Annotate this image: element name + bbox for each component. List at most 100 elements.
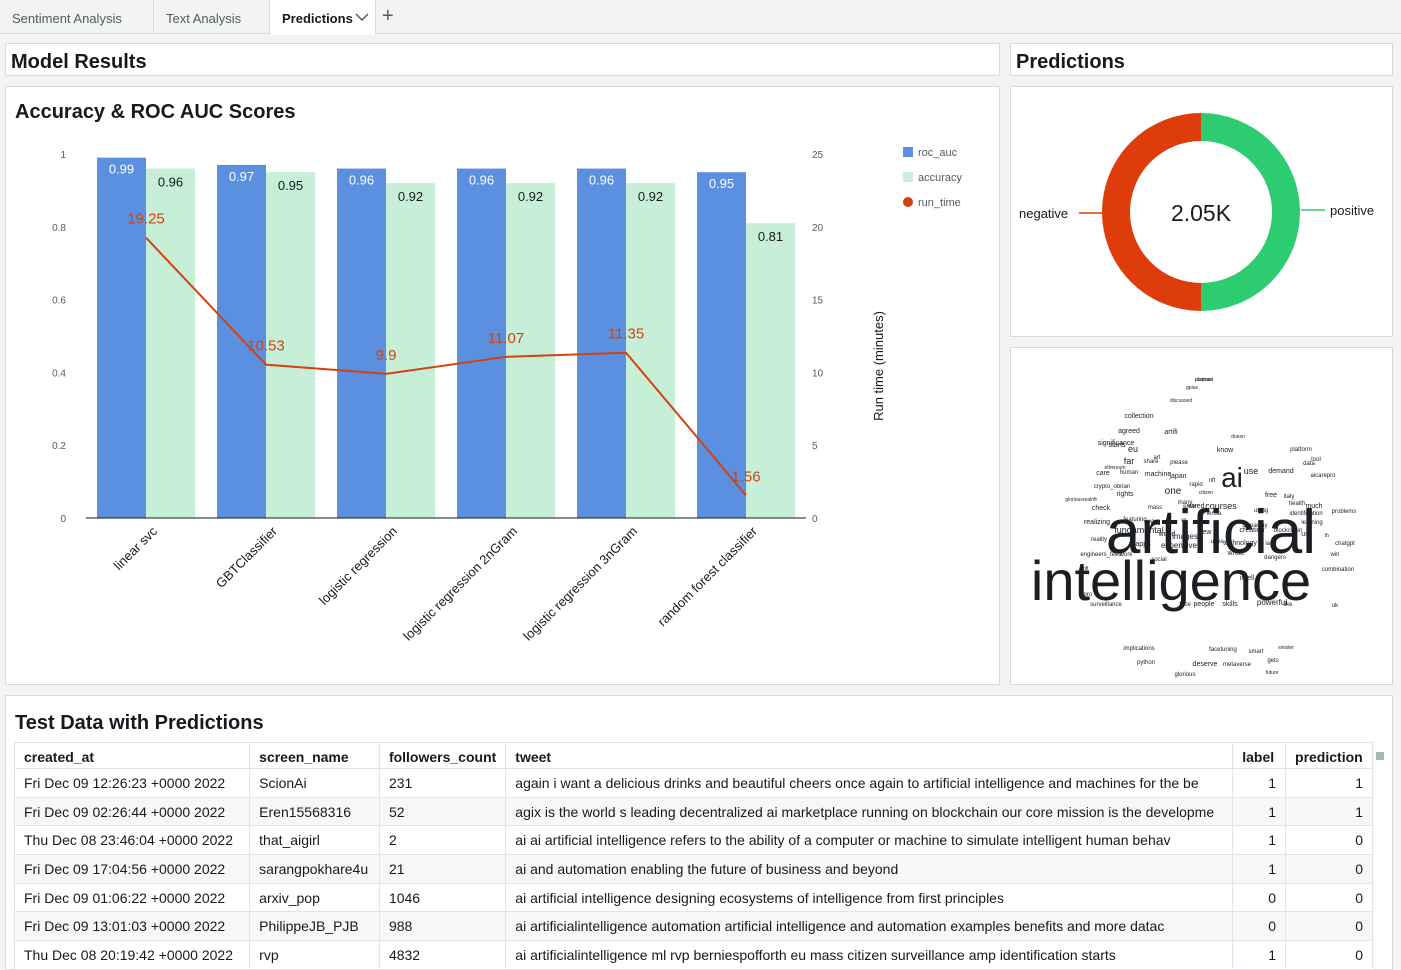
table-row[interactable]: Fri Dec 09 17:04:56 +0000 2022 sarangpok…	[13, 854, 1373, 884]
x-axis-category-label: random forest classifier	[654, 523, 760, 629]
y2-axis-tick-label: 0	[812, 514, 818, 525]
y-axis-tick-label: 0.2	[52, 441, 66, 452]
roc-auc-data-label: 0.96	[589, 173, 614, 188]
word-cloud-word: using	[1254, 508, 1268, 514]
run-time-data-label: 10.53	[247, 338, 285, 355]
cell-created-at: Thu Dec 08 23:46:04 +0000 2022	[13, 825, 251, 856]
y2-axis-tick-label: 20	[812, 223, 824, 234]
tab-predictions[interactable]: Predictions	[269, 0, 376, 35]
table-row[interactable]: Thu Dec 08 20:19:42 +0000 2022 rvp 4832 …	[13, 940, 1373, 970]
column-header-followers-count[interactable]: followers_count	[378, 742, 507, 769]
cell-tweet: agix is the world s leading decentralize…	[505, 797, 1234, 827]
accuracy-data-label: 0.92	[518, 189, 543, 204]
word-cloud-word: implications	[1123, 646, 1154, 652]
table-row[interactable]: Fri Dec 09 13:01:03 +0000 2022 PhilippeJ…	[13, 911, 1373, 942]
word-cloud-word: demand	[1268, 468, 1293, 475]
column-header-tweet[interactable]: tweet	[505, 742, 1234, 769]
word-cloud-word: artifi	[1164, 429, 1178, 436]
y2-axis-tick-label: 15	[812, 296, 824, 307]
donut-label-negative: negative	[1019, 206, 1068, 221]
word-cloud-word: know	[1217, 447, 1234, 454]
column-header-label[interactable]: label	[1232, 742, 1287, 769]
word-cloud-word: uk	[1332, 603, 1339, 609]
word-cloud-word: rights	[1116, 491, 1134, 498]
word-cloud-word: gets	[1267, 658, 1278, 664]
cell-label: 0	[1232, 911, 1287, 942]
word-cloud-word: featuring	[1123, 517, 1146, 523]
table-scrollbar-handle[interactable]	[1376, 752, 1384, 760]
word-cloud-word: nft	[1209, 478, 1216, 484]
word-cloud-word: free	[1265, 492, 1277, 499]
accuracy-data-label: 0.81	[758, 229, 783, 244]
cell-prediction: 1	[1285, 768, 1373, 798]
cell-tweet: ai and automation enabling the future of…	[505, 854, 1234, 884]
model-results-header: Model Results	[5, 43, 1000, 76]
legend-swatch-accuracy	[903, 172, 913, 182]
test-data-table-panel: Test Data with Predictions created_at sc…	[5, 695, 1393, 970]
donut-label-positive: positive	[1330, 203, 1374, 218]
word-cloud-word: images	[1172, 532, 1198, 541]
tab-sentiment-analysis[interactable]: Sentiment Analysis	[0, 0, 153, 34]
run-time-data-label: 9.9	[376, 347, 397, 364]
word-cloud-word: learning	[1301, 520, 1322, 526]
word-cloud-word: collection	[1124, 413, 1153, 420]
add-sheet-icon[interactable]: +	[382, 5, 394, 27]
tab-text-analysis[interactable]: Text Analysis	[153, 0, 270, 34]
x-axis-category-label: logistic regression	[316, 524, 400, 608]
cell-label: 1	[1232, 768, 1287, 798]
word-cloud-word: technology	[1223, 540, 1257, 547]
y-axis-tick-label: 0.4	[52, 368, 66, 379]
column-header-screen-name[interactable]: screen_name	[249, 742, 380, 769]
table-row[interactable]: Fri Dec 09 12:26:23 +0000 2022 ScionAi 2…	[13, 768, 1373, 798]
table-row[interactable]: Fri Dec 09 01:06:22 +0000 2022 arxiv_pop…	[13, 883, 1373, 913]
cell-prediction: 0	[1285, 911, 1373, 942]
word-cloud-word: dangers	[1264, 555, 1286, 561]
roc-auc-data-label: 0.97	[229, 169, 254, 184]
column-header-prediction[interactable]: prediction	[1285, 742, 1373, 769]
word-cloud-word: uses	[1211, 539, 1224, 545]
word-cloud-word: facetuning	[1209, 647, 1237, 653]
cell-prediction: 0	[1285, 940, 1373, 970]
word-cloud-word: check	[1092, 505, 1111, 512]
word-cloud-word: ai	[1221, 462, 1243, 493]
table-row[interactable]: Fri Dec 09 02:26:44 +0000 2022 Eren15568…	[13, 797, 1373, 827]
word-cloud-word: pro	[1084, 592, 1093, 598]
y2-axis-label: Run time (minutes)	[871, 311, 886, 421]
cell-tweet: ai ai artificial intelligence refers to …	[505, 825, 1234, 856]
word-cloud-word: one	[1165, 486, 1182, 497]
cell-followers-count: 1046	[378, 883, 507, 913]
cell-followers-count: 231	[378, 768, 507, 798]
sheet-tab-bar: Sentiment Analysis Text Analysis Predict…	[0, 0, 1401, 35]
predictions-donut-chart[interactable]: 2.05K negative positive	[1011, 87, 1392, 336]
cell-screen-name: arxiv_pop	[249, 883, 380, 913]
model-results-title: Model Results	[11, 51, 147, 73]
roc-auc-bar	[577, 168, 626, 518]
word-cloud-word: lensa	[1207, 511, 1222, 517]
predictions-table: created_at screen_name followers_count t…	[13, 742, 1373, 970]
y-axis-tick-label: 0.8	[52, 223, 66, 234]
accuracy-data-label: 0.95	[278, 178, 303, 193]
legend-label: accuracy	[918, 172, 963, 184]
accuracy-roc-chart-panel[interactable]: Accuracy & ROC AUC Scores 0 0.2 0.4 0.6 0.8 1…	[5, 86, 1000, 685]
cell-label: 1	[1232, 825, 1287, 856]
roc-auc-data-label: 0.96	[469, 173, 494, 188]
chevron-down-icon[interactable]	[355, 12, 369, 22]
roc-auc-data-label: 0.99	[109, 162, 134, 177]
legend-label: run_time	[918, 197, 961, 209]
accuracy-bar	[626, 183, 675, 518]
cell-tweet: ai artificialintelligence automation art…	[505, 911, 1234, 942]
word-cloud-word: realizing	[1084, 519, 1110, 526]
cell-tweet: ai artificial intelligence designing eco…	[505, 883, 1234, 913]
word-cloud-word: platform	[1290, 447, 1312, 453]
accuracy-roc-chart[interactable]: 00.20.40.60.810510152025Run time (minute…	[6, 87, 999, 684]
word-cloud-word: glorious	[1174, 672, 1195, 678]
accuracy-data-label: 0.92	[638, 189, 663, 204]
word-cloud-word: us	[1301, 531, 1309, 538]
x-axis-category-label: linear svc	[111, 523, 161, 573]
column-header-created-at[interactable]: created_at	[13, 742, 251, 769]
table-row[interactable]: Thu Dec 08 23:46:04 +0000 2022 that_aigi…	[13, 825, 1373, 856]
cell-tweet: ai artificialintelligence ml rvp bernies…	[505, 940, 1234, 970]
cell-prediction: 1	[1285, 797, 1373, 827]
predictions-donut-panel[interactable]: 2.05K negative positive	[1010, 86, 1393, 337]
word-cloud-panel[interactable]: artificial intelligence ai abstract gpiax dis…	[1010, 347, 1393, 685]
